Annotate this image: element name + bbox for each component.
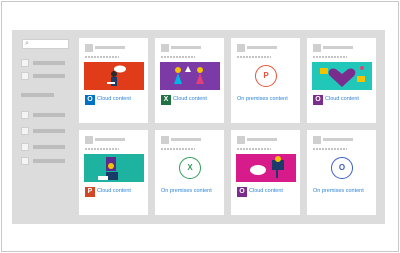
content-card[interactable]: X On premises content	[155, 130, 224, 215]
card-subtitle	[85, 56, 119, 58]
sidebar-item-icon	[21, 157, 29, 165]
card-subtitle	[85, 148, 119, 150]
sidebar-item-icon	[21, 111, 29, 119]
person-with-cloud-illustration	[107, 65, 126, 86]
sidebar-item-label	[33, 129, 65, 133]
avatar	[313, 136, 321, 144]
card-subtitle	[161, 56, 195, 58]
content-card[interactable]: O Cloud content	[231, 130, 300, 215]
dancing-people-illustration	[174, 66, 204, 84]
card-label[interactable]: Cloud content	[97, 96, 131, 102]
content-card[interactable]: X Cloud content	[155, 38, 224, 123]
card-subtitle	[237, 148, 271, 150]
excel-icon: X	[179, 157, 201, 179]
card-thumbnail: O	[312, 154, 372, 182]
avatar	[161, 44, 169, 52]
card-subtitle	[237, 56, 271, 58]
powerpoint-icon: P	[85, 187, 95, 197]
sidebar-item-label	[33, 159, 65, 163]
content-card[interactable]: O Cloud content	[307, 38, 376, 123]
card-title	[323, 46, 353, 49]
avatar	[85, 44, 93, 52]
sidebar-item-icon	[21, 59, 29, 67]
card-thumbnail: X	[160, 154, 220, 182]
sidebar-item-label	[33, 113, 65, 117]
card-label[interactable]: Cloud content	[325, 96, 359, 102]
heart-network-illustration	[320, 66, 365, 87]
card-thumbnail	[160, 62, 220, 90]
powerpoint-icon: P	[255, 65, 277, 87]
card-label[interactable]: On premises content	[313, 188, 364, 194]
sidebar-item-icon	[21, 143, 29, 151]
search-icon: ⌕	[25, 40, 29, 47]
sidebar-item-label	[33, 74, 65, 78]
card-subtitle	[313, 148, 347, 150]
avatar	[237, 44, 245, 52]
sidebar-item-icon	[21, 72, 29, 80]
card-label[interactable]: Cloud content	[173, 96, 207, 102]
card-thumbnail: P	[236, 62, 296, 90]
card-subtitle	[161, 148, 195, 150]
outlook-icon: O	[85, 95, 95, 105]
card-title	[247, 46, 277, 49]
excel-icon: X	[161, 95, 171, 105]
card-thumbnail	[84, 62, 144, 90]
card-title	[171, 46, 201, 49]
card-thumbnail	[236, 154, 296, 182]
outlook-icon: O	[331, 157, 353, 179]
content-card[interactable]: P On premises content	[231, 38, 300, 123]
content-card[interactable]: O On premises content	[307, 130, 376, 215]
avatar	[237, 136, 245, 144]
card-label[interactable]: On premises content	[161, 188, 212, 194]
card-title	[247, 138, 277, 141]
sidebar-item-label	[33, 61, 65, 65]
card-title	[323, 138, 353, 141]
content-card[interactable]: P Cloud content	[79, 130, 148, 215]
card-thumbnail	[312, 62, 372, 90]
avatar	[161, 136, 169, 144]
content-card[interactable]: O Cloud content	[79, 38, 148, 123]
cloud-and-board-illustration	[250, 156, 284, 178]
person-with-device-illustration	[98, 157, 118, 180]
search-input[interactable]: ⌕	[22, 39, 69, 49]
card-title	[95, 46, 125, 49]
sidebar-item-icon	[21, 127, 29, 135]
onenote-icon: O	[237, 187, 247, 197]
card-label[interactable]: On premises content	[237, 96, 288, 102]
onenote-icon: O	[313, 95, 323, 105]
avatar	[313, 44, 321, 52]
card-title	[171, 138, 201, 141]
sidebar-section-heading	[21, 93, 54, 97]
avatar	[85, 136, 93, 144]
sidebar-item-label	[33, 145, 65, 149]
card-thumbnail	[84, 154, 144, 182]
card-subtitle	[313, 56, 347, 58]
card-title	[95, 138, 125, 141]
card-label[interactable]: Cloud content	[97, 188, 131, 194]
card-label[interactable]: Cloud content	[249, 188, 283, 194]
